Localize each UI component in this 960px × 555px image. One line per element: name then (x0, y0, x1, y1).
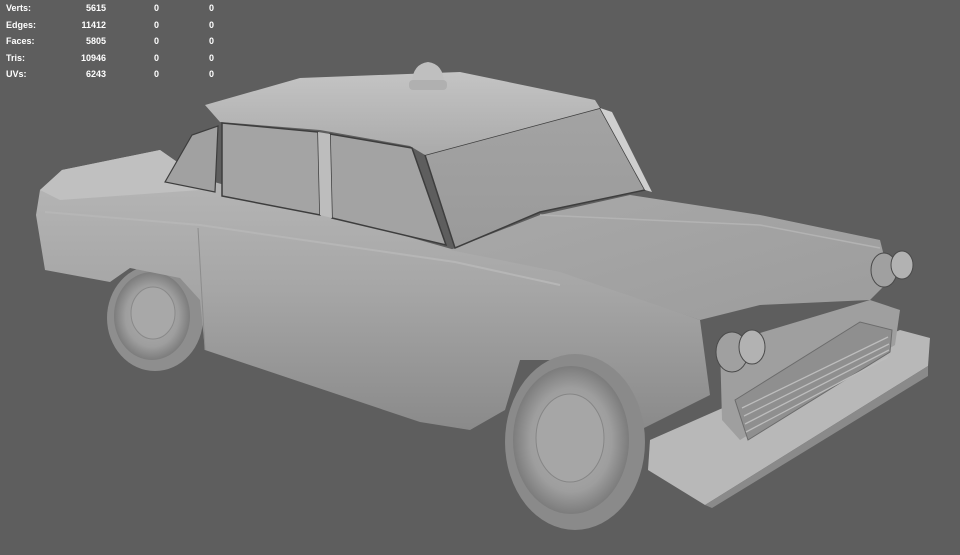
hud-row-verts: Verts: 5615 0 0 (6, 0, 214, 17)
hud-total: 5805 (85, 36, 106, 46)
front-wheel (505, 354, 645, 530)
hud-total: 10946 (80, 52, 106, 63)
poly-count-hud: Verts: 5615 0 0 Edges: 11412 0 0 Faces: … (6, 0, 214, 83)
hud-label: Tris: (6, 52, 26, 63)
hud-component: 0 (208, 52, 214, 63)
hud-total: 5615 (85, 3, 106, 13)
hud-component: 0 (208, 3, 214, 13)
hud-selected: 0 (153, 52, 159, 63)
hud-row-faces: Faces: 5805 0 0 (6, 33, 214, 50)
taxi-car-model[interactable] (0, 0, 960, 555)
hud-label: UVs: (6, 69, 27, 79)
hud-component: 0 (208, 36, 214, 46)
hud-label: Faces: (6, 36, 35, 46)
hud-row-edges: Edges: 11412 0 0 (6, 17, 214, 34)
hud-selected: 0 (153, 69, 159, 79)
hud-selected: 0 (153, 3, 159, 13)
hud-selected: 0 (153, 19, 159, 30)
hud-row-tris: Tris: 10946 0 0 (6, 50, 214, 67)
hud-component: 0 (208, 19, 214, 30)
hud-component: 0 (208, 69, 214, 79)
hud-label: Edges: (6, 19, 37, 30)
3d-viewport[interactable]: Verts: 5615 0 0 Edges: 11412 0 0 Faces: … (0, 0, 960, 555)
hud-total: 6243 (85, 69, 106, 79)
hud-total: 11412 (81, 19, 106, 30)
hud-row-uvs: UVs: 6243 0 0 (6, 66, 214, 83)
hud-label: Verts: (6, 3, 32, 13)
hud-selected: 0 (153, 36, 159, 46)
